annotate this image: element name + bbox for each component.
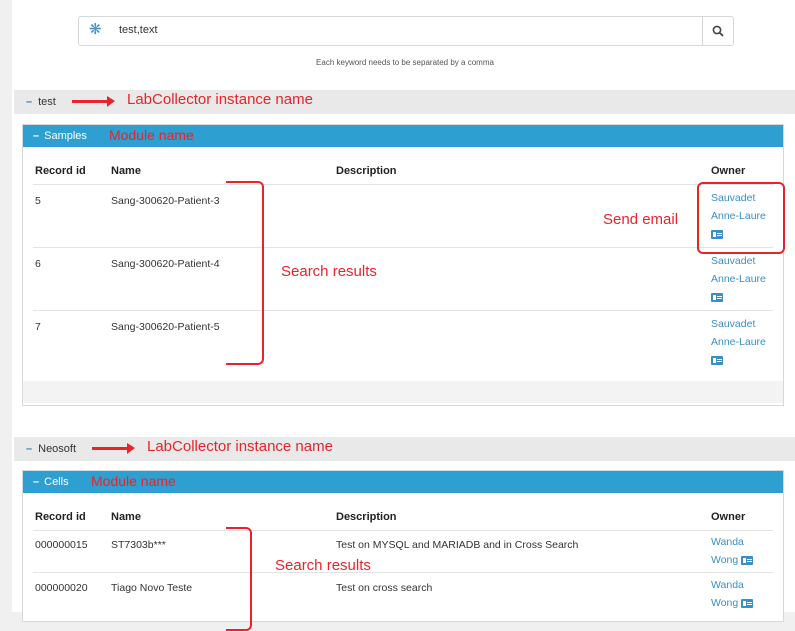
cell-name[interactable]: Sang-300620-Patient-4 <box>111 258 220 270</box>
annotation-module-name: Module name <box>109 127 194 143</box>
row-divider <box>33 184 773 185</box>
module-name: Cells <box>44 476 69 488</box>
owner-first-name[interactable]: Sauvadet <box>711 315 766 333</box>
instance-name: test <box>38 96 56 108</box>
search-button[interactable] <box>702 17 733 45</box>
cell-record-id: 5 <box>35 195 41 207</box>
network-icon: ❋ <box>89 21 102 38</box>
collapse-icon[interactable]: – <box>33 130 39 142</box>
search-input[interactable] <box>119 21 679 39</box>
cell-description: Test on MYSQL and MARIADB and in Cross S… <box>336 539 579 551</box>
email-contact-icon[interactable] <box>711 355 723 365</box>
cell-record-id: 6 <box>35 258 41 270</box>
email-contact-icon[interactable] <box>741 555 754 565</box>
module-footer <box>23 381 783 403</box>
cell-description: Test on cross search <box>336 582 433 594</box>
instance-name: Neosoft <box>38 443 77 455</box>
column-header-name: Name <box>111 165 141 177</box>
row-divider <box>33 530 773 531</box>
column-header-record-id: Record id <box>35 165 86 177</box>
cell-name[interactable]: Tiago Novo Teste <box>111 582 192 594</box>
owner-first-name[interactable]: Wanda <box>711 533 753 551</box>
cell-owner: Wanda Wong <box>711 576 754 612</box>
search-bar: ❋ <box>78 16 734 46</box>
owner-last-name[interactable]: Anne-Laure <box>711 333 766 351</box>
module-name: Samples <box>44 130 87 142</box>
column-header-owner: Owner <box>711 511 746 523</box>
email-contact-icon[interactable] <box>711 292 723 302</box>
owner-last-name[interactable]: Wong <box>711 554 738 566</box>
cell-owner: Wanda Wong <box>711 533 754 569</box>
collapse-icon[interactable]: – <box>26 443 32 455</box>
owner-first-name[interactable]: Sauvadet <box>711 252 766 270</box>
annotation-instance-name: LabCollector instance name <box>127 91 313 108</box>
module-card-samples: – Samples Module name Record id Name Desc… <box>22 124 785 406</box>
cell-name[interactable]: ST7303b*** <box>111 539 166 551</box>
cell-record-id: 7 <box>35 321 41 333</box>
search-icon <box>712 25 724 37</box>
annotation-module-name: Module name <box>91 473 176 489</box>
annotation-arrow <box>72 96 115 107</box>
email-contact-icon[interactable] <box>741 598 754 608</box>
search-hint: Each keyword needs to be separated by a … <box>316 58 494 67</box>
cell-owner: Sauvadet Anne-Laure <box>711 315 766 369</box>
annotation-search-results: Search results <box>275 557 371 574</box>
cell-name[interactable]: Sang-300620-Patient-5 <box>111 321 220 333</box>
column-header-description: Description <box>336 165 397 177</box>
column-header-description: Description <box>336 511 397 523</box>
annotation-arrow <box>92 443 135 454</box>
annotation-search-results: Search results <box>281 263 377 280</box>
owner-last-name[interactable]: Wong <box>711 597 738 609</box>
row-divider <box>33 247 773 248</box>
cell-record-id: 000000015 <box>35 539 88 551</box>
annotation-brace <box>226 527 252 631</box>
cell-record-id: 000000020 <box>35 582 88 594</box>
annotation-send-email: Send email <box>603 211 679 228</box>
annotation-instance-name: LabCollector instance name <box>147 438 333 455</box>
cell-owner: Sauvadet Anne-Laure <box>711 252 766 306</box>
annotation-brace <box>226 181 264 365</box>
row-divider <box>33 310 773 311</box>
column-header-owner: Owner <box>711 165 746 177</box>
column-header-name: Name <box>111 511 141 523</box>
row-divider <box>33 572 773 573</box>
annotation-email-box <box>697 182 785 254</box>
owner-last-name[interactable]: Anne-Laure <box>711 270 766 288</box>
cell-name[interactable]: Sang-300620-Patient-3 <box>111 195 220 207</box>
collapse-icon[interactable]: – <box>33 476 39 488</box>
collapse-icon[interactable]: – <box>26 96 32 108</box>
column-header-record-id: Record id <box>35 511 86 523</box>
module-card-cells: – Cells Module name Record id Name Descri… <box>22 470 784 631</box>
owner-first-name[interactable]: Wanda <box>711 576 753 594</box>
